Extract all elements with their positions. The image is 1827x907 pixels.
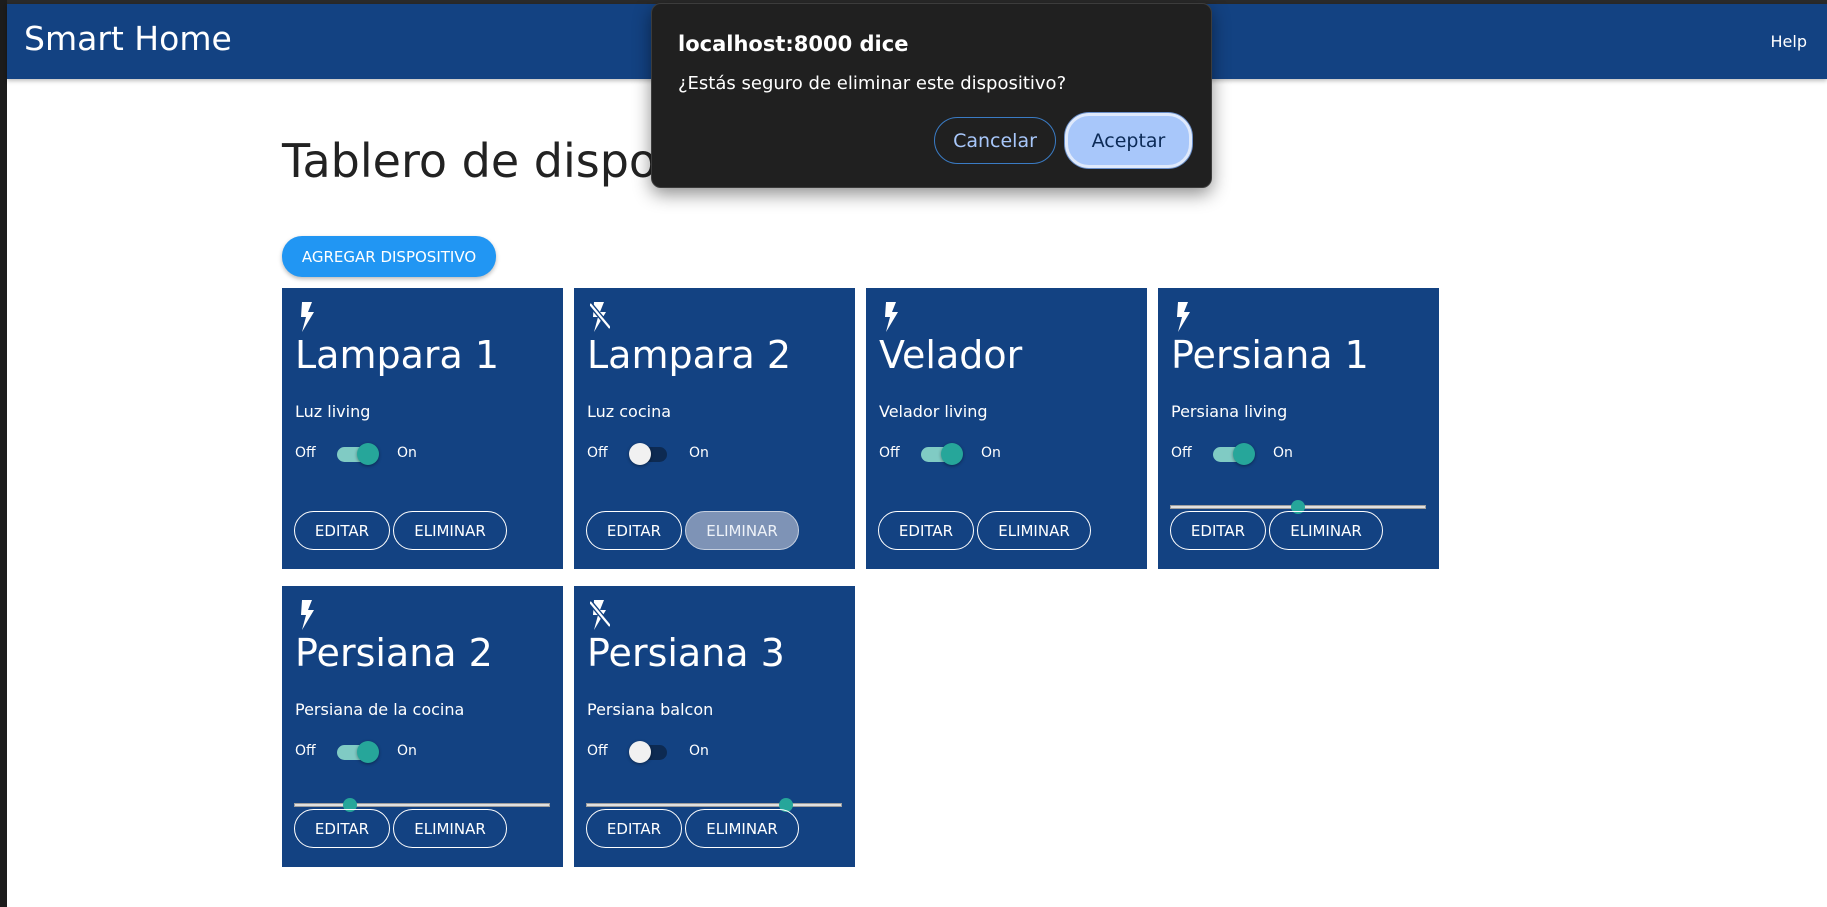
delete-button[interactable]: ELIMINAR [685,511,799,550]
bolt-icon [301,600,314,630]
edit-button[interactable]: EDITAR [586,809,682,848]
power-toggle[interactable] [1213,442,1255,466]
add-device-button[interactable]: AGREGAR DISPOSITIVO [282,236,496,277]
toggle-on-label: On [689,743,709,759]
window-left-edge [0,0,7,907]
device-description: Velador living [879,402,988,421]
device-description: Persiana living [1171,402,1288,421]
toggle-on-label: On [981,445,1001,461]
edit-button[interactable]: EDITAR [1170,511,1266,550]
delete-button[interactable]: ELIMINAR [977,511,1091,550]
device-card: Velador Velador living Off On EDITAR ELI… [866,288,1147,569]
device-card: Persiana 2 Persiana de la cocina Off On … [282,586,563,867]
edit-button[interactable]: EDITAR [294,511,390,550]
power-toggle[interactable] [921,442,963,466]
delete-button[interactable]: ELIMINAR [393,511,507,550]
edit-button[interactable]: EDITAR [878,511,974,550]
toggle-off-label: Off [879,445,900,461]
device-description: Persiana de la cocina [295,700,465,719]
toggle-off-label: Off [295,743,316,759]
toggle-on-label: On [689,445,709,461]
dialog-cancel-button[interactable]: Cancelar [934,117,1056,164]
confirm-dialog: localhost:8000 dice ¿Estás seguro de eli… [651,3,1212,188]
brand-logo[interactable]: Smart Home [24,22,232,55]
bolt-icon [1177,302,1190,332]
device-name: Persiana 3 [587,631,785,675]
device-card: Persiana 1 Persiana living Off On EDITAR… [1158,288,1439,569]
bolt-icon [301,302,314,332]
bolt-off-icon [590,302,610,332]
device-name: Lampara 2 [587,333,792,377]
toggle-on-label: On [397,743,417,759]
device-description: Luz living [295,402,371,421]
device-name: Persiana 2 [295,631,493,675]
toggle-on-label: On [397,445,417,461]
help-link[interactable]: Help [1771,32,1807,51]
toggle-off-label: Off [587,743,608,759]
toggle-off-label: Off [1171,445,1192,461]
device-name: Lampara 1 [295,333,500,377]
power-toggle[interactable] [337,740,379,764]
bolt-off-icon [590,600,610,630]
bolt-icon [885,302,898,332]
dialog-accept-button[interactable]: Aceptar [1065,113,1192,168]
edit-button[interactable]: EDITAR [586,511,682,550]
delete-button[interactable]: ELIMINAR [685,809,799,848]
device-name: Persiana 1 [1171,333,1369,377]
device-card: Lampara 1 Luz living Off On EDITAR ELIMI… [282,288,563,569]
device-description: Persiana balcon [587,700,714,719]
dialog-message: ¿Estás seguro de eliminar este dispositi… [678,73,1067,94]
power-toggle[interactable] [629,740,671,764]
toggle-off-label: Off [587,445,608,461]
device-card: Lampara 2 Luz cocina Off On EDITAR ELIMI… [574,288,855,569]
delete-button[interactable]: ELIMINAR [1269,511,1383,550]
edit-button[interactable]: EDITAR [294,809,390,848]
power-toggle[interactable] [629,442,671,466]
dialog-origin: localhost:8000 dice [678,32,909,56]
toggle-off-label: Off [295,445,316,461]
delete-button[interactable]: ELIMINAR [393,809,507,848]
toggle-on-label: On [1273,445,1293,461]
device-name: Velador [879,333,1023,377]
device-description: Luz cocina [587,402,672,421]
device-card: Persiana 3 Persiana balcon Off On EDITAR… [574,586,855,867]
power-toggle[interactable] [337,442,379,466]
